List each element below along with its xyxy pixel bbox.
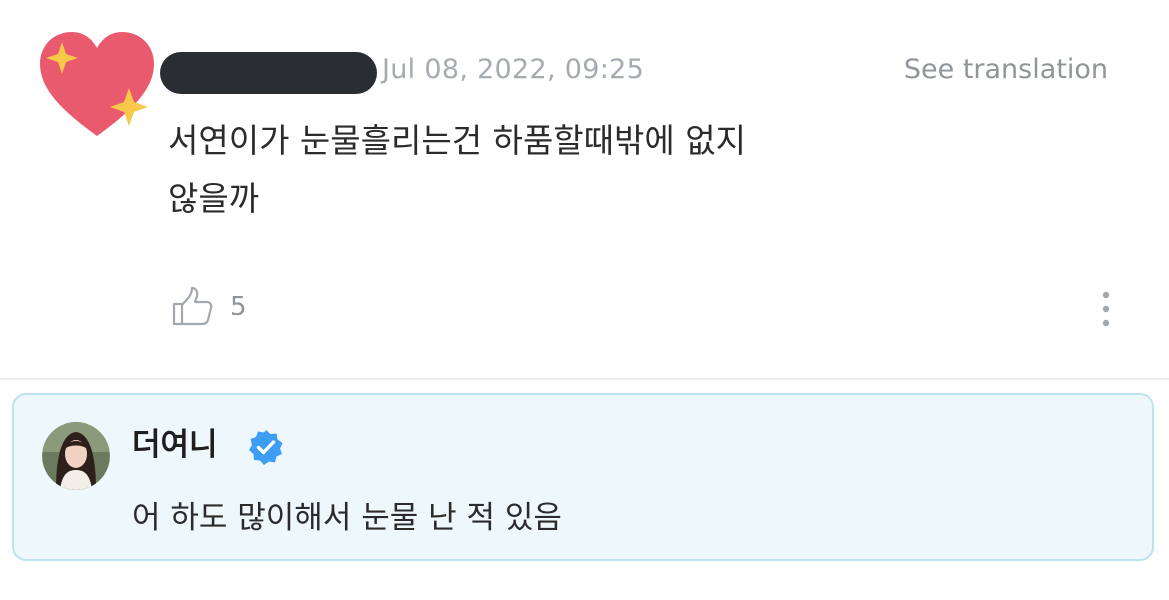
heart-sparkles-icon[interactable] (36, 28, 158, 144)
comment-body-line-1: 서연이가 눈물흘리는건 하품할때밖에 없지 (168, 121, 746, 160)
comment-card: Jul 08, 2022, 09:25 See translation 서연이가… (0, 0, 1169, 378)
like-count: 5 (230, 292, 247, 322)
comment-divider (0, 378, 1169, 380)
see-translation-link[interactable]: See translation (904, 52, 1108, 88)
comment-timestamp: Jul 08, 2022, 09:25 (382, 54, 645, 85)
verified-badge-icon (249, 430, 283, 465)
reply-author-avatar[interactable] (42, 422, 110, 490)
redacted-author-name[interactable] (160, 52, 377, 94)
reply-body: 어 하도 많이해서 눈물 난 적 있음 (132, 500, 562, 536)
thumbs-up-icon[interactable] (170, 286, 214, 328)
reply-author-name[interactable]: 더여니 (132, 423, 218, 467)
vertical-ellipsis-icon[interactable] (1094, 290, 1118, 328)
comment-body: 서연이가 눈물흘리는건 하품할때밖에 없지 않을까 (168, 112, 968, 228)
artist-reply-card: 더여니 어 하도 많이해서 눈물 난 적 있음 (12, 393, 1154, 561)
comment-body-line-2: 않을까 (168, 179, 260, 218)
